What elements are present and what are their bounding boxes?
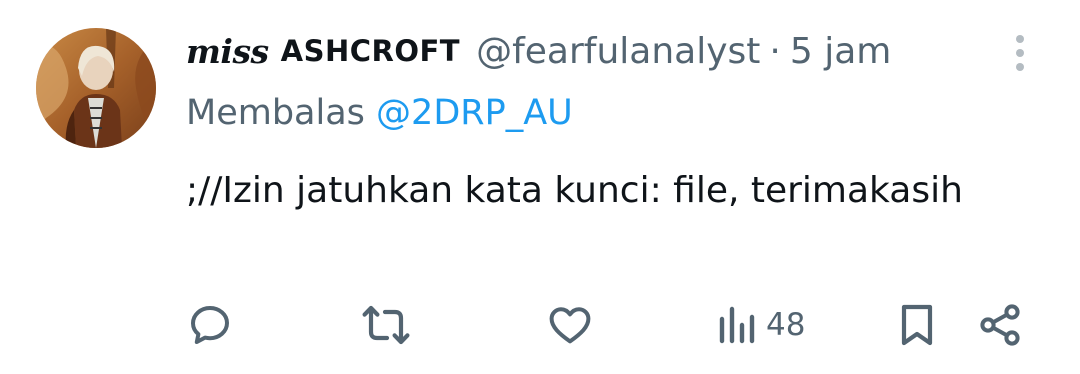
timestamp[interactable]: 5 jam [790, 31, 891, 72]
reply-mention-link[interactable]: @2DRP_AU [376, 93, 573, 133]
avatar-image [36, 28, 156, 148]
retweet-button[interactable] [361, 301, 411, 349]
display-name-caps[interactable]: ASHCROFT [281, 34, 460, 68]
reply-context: Membalas @2DRP_AU [186, 93, 573, 133]
share-icon [980, 304, 1020, 346]
reply-prefix: Membalas [186, 93, 365, 133]
views-icon [719, 306, 755, 344]
heart-icon [549, 307, 591, 344]
tweet-text: ;//Izin jatuhkan kata kunci: file, terim… [186, 170, 963, 211]
separator-dot: · [769, 30, 781, 72]
avatar[interactable] [36, 28, 156, 148]
display-name-italic[interactable]: miss [186, 32, 269, 71]
user-handle[interactable]: @fearfulanalyst [476, 31, 760, 72]
like-button[interactable] [546, 301, 594, 349]
bookmark-button[interactable] [895, 301, 939, 349]
views-button[interactable]: 48 [716, 301, 805, 349]
tweet-header: miss ASHCROFT @fearfulanalyst · 5 jam [186, 26, 891, 76]
bookmark-icon [901, 304, 933, 346]
more-vertical-icon[interactable] [1008, 32, 1032, 74]
reply-button[interactable] [186, 301, 234, 349]
views-count: 48 [766, 307, 806, 343]
retweet-icon [362, 305, 410, 345]
share-button[interactable] [976, 301, 1024, 349]
reply-icon [191, 306, 229, 344]
